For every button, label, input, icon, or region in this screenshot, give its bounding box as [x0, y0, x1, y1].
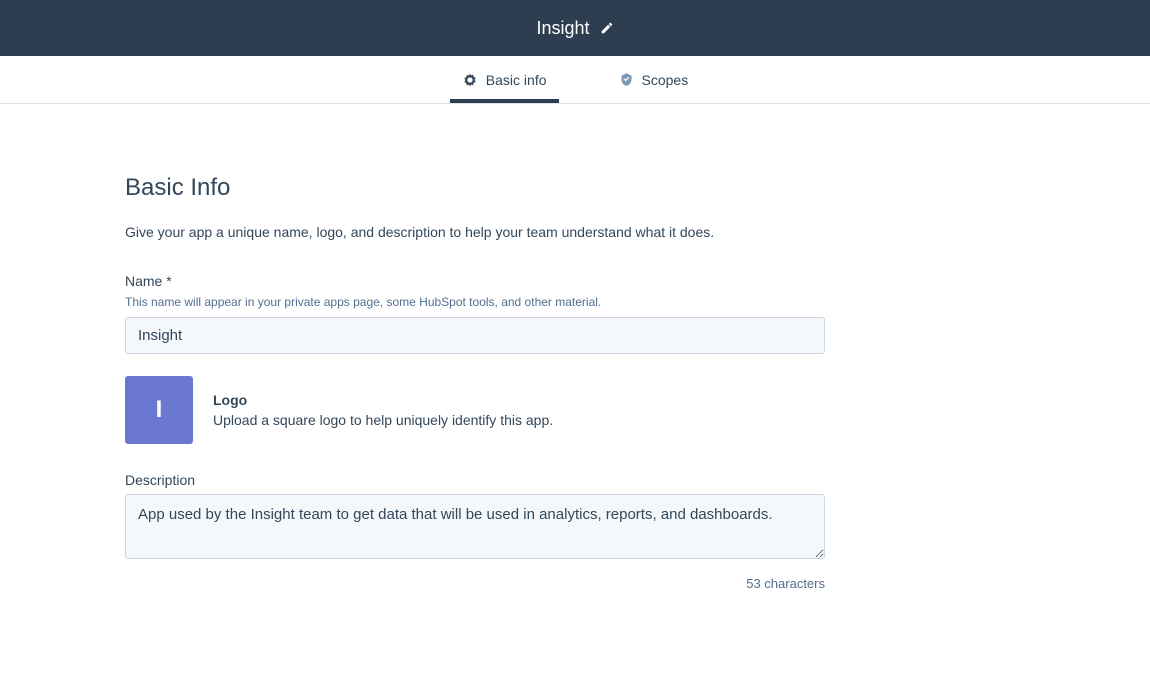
- logo-label: Logo: [213, 392, 825, 408]
- pencil-icon[interactable]: [600, 21, 614, 35]
- name-input[interactable]: [125, 317, 825, 354]
- logo-initial: I: [156, 396, 163, 424]
- description-field-group: Description 53 characters: [125, 472, 825, 591]
- description-label: Description: [125, 472, 825, 488]
- main-content: Basic Info Give your app a unique name, …: [125, 104, 825, 653]
- logo-section: I Logo Upload a square logo to help uniq…: [125, 376, 825, 444]
- tab-label: Basic info: [486, 72, 547, 88]
- tab-scopes[interactable]: Scopes: [607, 56, 701, 103]
- section-title: Basic Info: [125, 174, 825, 202]
- shield-icon: [619, 72, 634, 87]
- logo-help-text: Upload a square logo to help uniquely id…: [213, 412, 825, 428]
- name-help-text: This name will appear in your private ap…: [125, 295, 825, 309]
- tab-basic-info[interactable]: Basic info: [450, 56, 559, 103]
- tab-label: Scopes: [642, 72, 689, 88]
- section-subtitle: Give your app a unique name, logo, and d…: [125, 222, 825, 243]
- tab-bar: Basic info Scopes: [0, 56, 1150, 104]
- name-field-group: Name * This name will appear in your pri…: [125, 273, 825, 354]
- app-title: Insight: [536, 18, 589, 39]
- description-textarea[interactable]: [125, 494, 825, 559]
- character-count: 53 characters: [125, 576, 825, 591]
- name-label: Name *: [125, 273, 825, 289]
- logo-avatar[interactable]: I: [125, 376, 193, 444]
- gear-icon: [462, 72, 478, 88]
- logo-text-group: Logo Upload a square logo to help unique…: [213, 392, 825, 428]
- header: Insight: [0, 0, 1150, 56]
